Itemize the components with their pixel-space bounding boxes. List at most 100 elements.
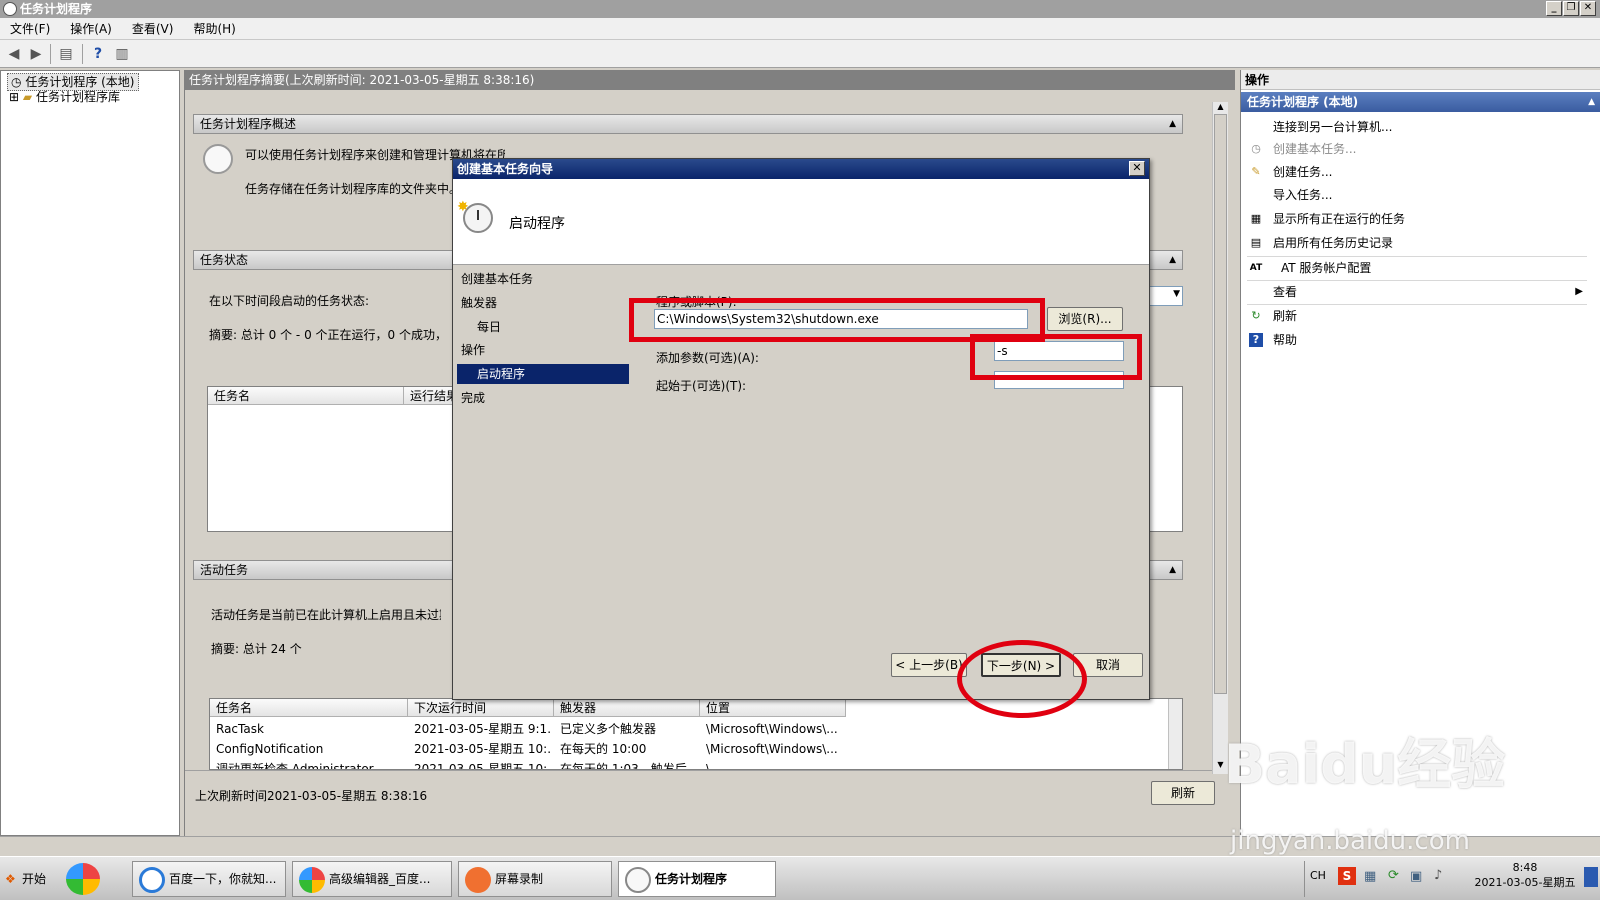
- clock-icon: ◷: [1251, 142, 1261, 155]
- nav-start-program[interactable]: 启动程序: [457, 364, 629, 384]
- help-icon: ?: [1249, 333, 1263, 347]
- toolbar-separator: [50, 44, 51, 64]
- taskbar-item-label: 高级编辑器_百度...: [329, 872, 431, 886]
- network-icon[interactable]: ▦: [1364, 869, 1376, 884]
- tree-library[interactable]: ⊞ ▰ 任务计划程序库: [9, 89, 120, 105]
- summary-footer: 上次刷新时间2021-03-05-星期五 8:38:16 刷新: [185, 770, 1215, 836]
- taskbar-item-label: 任务计划程序: [655, 872, 728, 886]
- action-import-task[interactable]: 导入任务...: [1247, 184, 1587, 206]
- action-label: 创建基本任务...: [1273, 142, 1357, 156]
- start-button[interactable]: ❖ 开始: [2, 863, 50, 895]
- action-refresh[interactable]: ↻ 刷新: [1247, 305, 1587, 327]
- back-arrow-icon[interactable]: ◀: [4, 45, 24, 63]
- actions-group-header[interactable]: 任务计划程序 (本地) ▲: [1241, 92, 1600, 112]
- close-icon[interactable]: ✕: [1129, 161, 1145, 176]
- navigation-tree: ◷ 任务计划程序 (本地) ⊞ ▰ 任务计划程序库: [0, 70, 180, 836]
- help-icon[interactable]: ?: [88, 45, 108, 63]
- active-summary: 摘要: 总计 24 个: [211, 642, 302, 656]
- action-create-task[interactable]: ✎ 创建任务...: [1247, 161, 1587, 183]
- show-tree-icon[interactable]: ▤: [56, 45, 76, 63]
- nav-trigger[interactable]: 触发器: [457, 293, 629, 313]
- at-icon: AT: [1249, 263, 1263, 273]
- taskbar: ❖ 开始 百度一下，你就知... 高级编辑器_百度... 屏幕录制 任务计划程序…: [0, 856, 1600, 900]
- taskbar-item-recorder[interactable]: 屏幕录制: [458, 861, 612, 897]
- action-connect[interactable]: 连接到另一台计算机...: [1247, 116, 1587, 138]
- clock-time: 8:48: [1512, 861, 1538, 874]
- scroll-thumb[interactable]: [1214, 114, 1227, 694]
- nav-finish[interactable]: 完成: [457, 388, 629, 408]
- location: \Microsoft\Windows\...: [706, 722, 838, 736]
- action-enable-history[interactable]: ▤ 启用所有任务历史记录: [1247, 232, 1587, 254]
- quick-launch-icon[interactable]: [66, 863, 100, 895]
- language-indicator[interactable]: CH: [1310, 869, 1326, 882]
- collapse-icon[interactable]: ▲: [1169, 561, 1176, 579]
- action-label: 帮助: [1273, 333, 1298, 347]
- volume-icon[interactable]: ♪: [1434, 868, 1442, 883]
- active-description: 活动任务是当前已在此计算机上启用且未过期的任务。: [211, 608, 441, 622]
- show-desktop-button[interactable]: [1584, 867, 1598, 887]
- tree-library-label: 任务计划程序库: [35, 90, 120, 104]
- menu-file[interactable]: 文件(F): [0, 18, 60, 40]
- action-at-service[interactable]: AT AT 服务帐户配置: [1247, 257, 1587, 279]
- taskbar-item-editor[interactable]: 高级编辑器_百度...: [292, 861, 452, 897]
- action-show-running[interactable]: ▦ 显示所有正在运行的任务: [1247, 208, 1587, 230]
- action-help[interactable]: ? 帮助: [1247, 329, 1587, 351]
- action-label: 显示所有正在运行的任务: [1273, 212, 1406, 226]
- restore-button[interactable]: ❐: [1563, 1, 1579, 16]
- collapse-icon[interactable]: ▲: [1169, 115, 1176, 133]
- nav-create-basic-task[interactable]: 创建基本任务: [457, 269, 629, 289]
- close-button[interactable]: ✕: [1580, 1, 1596, 16]
- task-name: 调动更新检查 Administrator: [216, 762, 374, 770]
- refresh-button[interactable]: 刷新: [1151, 781, 1215, 805]
- input-method-icon[interactable]: S: [1338, 867, 1356, 885]
- nav-daily[interactable]: 每日: [457, 317, 629, 337]
- update-icon[interactable]: ⟳: [1388, 868, 1399, 883]
- action-view[interactable]: 查看 ▶: [1247, 281, 1587, 303]
- menu-action[interactable]: 操作(A): [60, 18, 122, 40]
- column-header[interactable]: 任务名: [208, 387, 404, 405]
- task-name: ConfigNotification: [216, 742, 324, 756]
- column-header[interactable]: 触发器: [554, 699, 700, 717]
- action-label: 刷新: [1273, 309, 1298, 323]
- annotation-next-circle: [957, 640, 1087, 718]
- show-action-pane-icon[interactable]: ▥: [112, 45, 132, 63]
- forward-arrow-icon[interactable]: ▶: [26, 45, 46, 63]
- taskbar-item-ie[interactable]: 百度一下，你就知...: [132, 861, 286, 897]
- overview-section-header[interactable]: 任务计划程序概述 ▲: [193, 114, 1183, 134]
- column-header[interactable]: 任务名: [210, 699, 408, 717]
- action-label: 导入任务...: [1273, 188, 1333, 202]
- monitor-icon[interactable]: ▣: [1410, 869, 1422, 884]
- nav-action[interactable]: 操作: [457, 340, 629, 360]
- table-scrollbar[interactable]: [1168, 699, 1182, 769]
- expand-icon[interactable]: ⊞: [9, 90, 19, 104]
- chevron-down-icon[interactable]: ▼: [1173, 289, 1180, 299]
- menu-view[interactable]: 查看(V): [122, 18, 184, 40]
- tree-root-label: 任务计划程序 (本地): [25, 75, 135, 89]
- minimize-button[interactable]: _: [1546, 1, 1562, 16]
- history-icon: ▤: [1250, 236, 1262, 249]
- back-button[interactable]: < 上一步(B): [891, 653, 967, 677]
- collapse-icon[interactable]: ▲: [1169, 251, 1176, 269]
- running-tasks-icon: ▦: [1250, 212, 1262, 225]
- task-icon: ✎: [1251, 165, 1261, 178]
- clock-icon: ◷: [11, 75, 22, 89]
- collapse-icon[interactable]: ▲: [1588, 92, 1595, 112]
- browse-button[interactable]: 浏览(R)...: [1047, 307, 1123, 331]
- action-label: 创建任务...: [1273, 165, 1333, 179]
- summary-scrollbar[interactable]: ▲ ▼: [1212, 102, 1228, 774]
- toolbar-separator: [82, 44, 83, 64]
- column-header[interactable]: 位置: [700, 699, 846, 717]
- action-create-basic-task[interactable]: ◷ 创建基本任务...: [1247, 138, 1587, 160]
- taskbar-item-task-scheduler[interactable]: 任务计划程序: [618, 861, 776, 897]
- column-header[interactable]: 下次运行时间: [408, 699, 554, 717]
- annotation-args-highlight: [970, 334, 1142, 380]
- clock[interactable]: 8:48 2021-03-05-星期五: [1470, 861, 1580, 890]
- menu-help[interactable]: 帮助(H): [183, 18, 245, 40]
- create-basic-task-wizard: 创建基本任务向导 ✕ ✸ 启动程序 创建基本任务 触发器 每日 操作 启动程序 …: [452, 158, 1150, 700]
- action-label: 启用所有任务历史记录: [1273, 236, 1394, 250]
- window-titlebar: 任务计划程序 _ ❐ ✕: [0, 0, 1600, 18]
- dialog-titlebar[interactable]: 创建基本任务向导 ✕: [453, 159, 1149, 179]
- recorder-icon: [465, 867, 491, 893]
- last-refresh-text: 上次刷新时间2021-03-05-星期五 8:38:16: [195, 789, 428, 803]
- clock-icon: [3, 2, 17, 16]
